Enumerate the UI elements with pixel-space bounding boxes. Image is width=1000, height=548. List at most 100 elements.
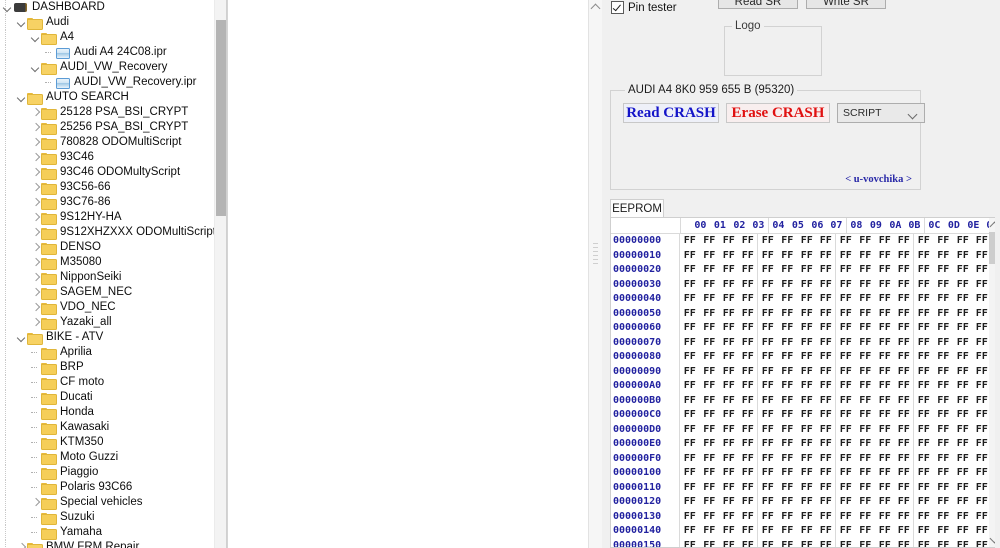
hex-byte[interactable]: FF	[778, 452, 798, 467]
hex-byte[interactable]: FF	[680, 539, 700, 548]
chevron-right-icon[interactable]	[30, 150, 41, 165]
hex-byte[interactable]: FF	[895, 480, 914, 495]
hex-byte[interactable]: FF	[778, 379, 798, 394]
hex-byte[interactable]: FF	[778, 495, 798, 510]
hex-byte[interactable]: FF	[719, 466, 739, 481]
tree-item-780828-odomultiscript[interactable]: 780828 ODOMultiScript	[0, 135, 214, 150]
hex-byte[interactable]: FF	[895, 538, 914, 547]
hex-byte[interactable]: FF	[934, 321, 954, 336]
hex-byte[interactable]: FF	[914, 466, 934, 481]
tree-item-audi[interactable]: Audi	[0, 15, 214, 30]
hex-byte[interactable]: FF	[953, 307, 973, 322]
hex-byte[interactable]: FF	[700, 524, 720, 539]
hex-byte[interactable]: FF	[680, 524, 700, 539]
hex-byte[interactable]: FF	[719, 336, 739, 351]
hex-byte[interactable]: FF	[856, 510, 876, 525]
hex-byte[interactable]: FF	[700, 292, 720, 307]
hex-byte[interactable]: FF	[778, 336, 798, 351]
hex-byte[interactable]: FF	[700, 336, 720, 351]
tree-item-piaggio[interactable]: Piaggio	[0, 465, 214, 480]
hex-byte[interactable]: FF	[817, 248, 836, 263]
hex-byte[interactable]: FF	[778, 524, 798, 539]
hex-byte[interactable]: FF	[758, 234, 778, 249]
hex-byte[interactable]: FF	[856, 524, 876, 539]
hex-byte[interactable]: FF	[778, 510, 798, 525]
chevron-right-icon[interactable]	[30, 270, 41, 285]
hex-byte[interactable]: FF	[680, 365, 700, 380]
hex-row[interactable]: 00000050 FF FF FF FF FF FF FF FF FF FF FF FF FF FF FF FF	[611, 306, 1000, 322]
hex-byte[interactable]: FF	[875, 481, 895, 496]
hex-byte[interactable]: FF	[719, 292, 739, 307]
hex-row[interactable]: 000000B0 FF FF FF FF FF FF FF FF FF FF FF FF FF FF FF FF	[611, 393, 1000, 409]
hex-byte[interactable]: FF	[895, 234, 914, 249]
hex-byte[interactable]: FF	[914, 423, 934, 438]
hex-byte[interactable]: FF	[856, 481, 876, 496]
hex-byte[interactable]: FF	[719, 452, 739, 467]
hex-grid[interactable]: 000102030405060708090A0B0C0D0E0F 0000000…	[610, 217, 1000, 548]
hex-byte[interactable]: FF	[914, 263, 934, 278]
hex-byte[interactable]: FF	[934, 350, 954, 365]
chevron-right-icon[interactable]	[30, 495, 41, 510]
hex-byte[interactable]: FF	[856, 321, 876, 336]
hex-byte[interactable]: FF	[700, 263, 720, 278]
hex-byte[interactable]: FF	[778, 365, 798, 380]
hex-row[interactable]: 00000140 FF FF FF FF FF FF FF FF FF FF FF FF FF FF FF FF	[611, 524, 1000, 539]
tree-item-yazaki-all[interactable]: Yazaki_all	[0, 315, 214, 330]
hex-byte[interactable]: FF	[914, 481, 934, 496]
hex-row[interactable]: 00000080 FF FF FF FF FF FF FF FF FF FF FF FF FF FF FF FF	[611, 350, 1000, 365]
chevron-right-icon[interactable]	[30, 300, 41, 315]
hex-byte[interactable]: FF	[934, 481, 954, 496]
hex-row[interactable]: 000000C0 FF FF FF FF FF FF FF FF FF FF FF FF FF FF FF FF	[611, 408, 1000, 423]
hex-row[interactable]: 00000090 FF FF FF FF FF FF FF FF FF FF FF FF FF FF FF FF	[611, 364, 1000, 380]
hex-byte[interactable]: FF	[934, 394, 954, 409]
hex-byte[interactable]: FF	[934, 466, 954, 481]
hex-byte[interactable]: FF	[914, 408, 934, 423]
hex-byte[interactable]: FF	[778, 539, 798, 548]
tree-item-audi-a4-24c08-ipr[interactable]: Audi A4 24C08.ipr	[0, 45, 214, 60]
hex-byte[interactable]: FF	[719, 408, 739, 423]
pin-tester-checkbox-row[interactable]: Pin tester	[611, 1, 677, 14]
hex-byte[interactable]: FF	[856, 423, 876, 438]
hex-byte[interactable]: FF	[758, 481, 778, 496]
hex-byte[interactable]: FF	[700, 495, 720, 510]
hex-byte[interactable]: FF	[836, 307, 856, 322]
hex-byte[interactable]: FF	[934, 263, 954, 278]
hex-byte[interactable]: FF	[895, 524, 914, 539]
hex-byte[interactable]: FF	[895, 437, 914, 452]
hex-byte[interactable]: FF	[856, 539, 876, 548]
hex-byte[interactable]: FF	[680, 510, 700, 525]
hex-byte[interactable]: FF	[953, 408, 973, 423]
hex-byte[interactable]: FF	[953, 263, 973, 278]
scroll-up-arrow-icon[interactable]	[590, 3, 601, 14]
hex-byte[interactable]: FF	[895, 263, 914, 278]
chevron-right-icon[interactable]	[30, 165, 41, 180]
hex-byte[interactable]: FF	[797, 321, 817, 336]
hex-byte[interactable]: FF	[875, 292, 895, 307]
hex-byte[interactable]: FF	[797, 408, 817, 423]
hex-byte[interactable]: FF	[934, 437, 954, 452]
hex-byte[interactable]: FF	[914, 437, 934, 452]
hex-byte[interactable]: FF	[836, 466, 856, 481]
hex-byte[interactable]: FF	[778, 350, 798, 365]
hex-byte[interactable]: FF	[914, 539, 934, 548]
hex-byte[interactable]: FF	[895, 422, 914, 437]
hex-byte[interactable]: FF	[836, 365, 856, 380]
hex-byte[interactable]: FF	[817, 306, 836, 321]
hex-byte[interactable]: FF	[758, 336, 778, 351]
hex-row[interactable]: 00000010 FF FF FF FF FF FF FF FF FF FF FF FF FF FF FF FF	[611, 248, 1000, 263]
hex-byte[interactable]: FF	[739, 524, 758, 539]
hex-byte[interactable]: FF	[856, 307, 876, 322]
hex-byte[interactable]: FF	[719, 263, 739, 278]
hex-byte[interactable]: FF	[797, 350, 817, 365]
hex-byte[interactable]: FF	[914, 379, 934, 394]
hex-byte[interactable]: FF	[895, 509, 914, 524]
hex-row[interactable]: 00000070 FF FF FF FF FF FF FF FF FF FF FF FF FF FF FF FF	[611, 335, 1000, 351]
tree-item-ducati[interactable]: Ducati	[0, 390, 214, 405]
tree-item-9s12xhzxxx-odomultiscript[interactable]: 9S12XHZXXX ODOMultiScript	[0, 225, 214, 240]
hex-byte[interactable]: FF	[797, 539, 817, 548]
hex-byte[interactable]: FF	[875, 394, 895, 409]
tree-item-polaris-93c66[interactable]: Polaris 93C66	[0, 480, 214, 495]
hex-byte[interactable]: FF	[934, 336, 954, 351]
hex-byte[interactable]: FF	[953, 292, 973, 307]
chevron-down-icon[interactable]	[907, 109, 918, 120]
